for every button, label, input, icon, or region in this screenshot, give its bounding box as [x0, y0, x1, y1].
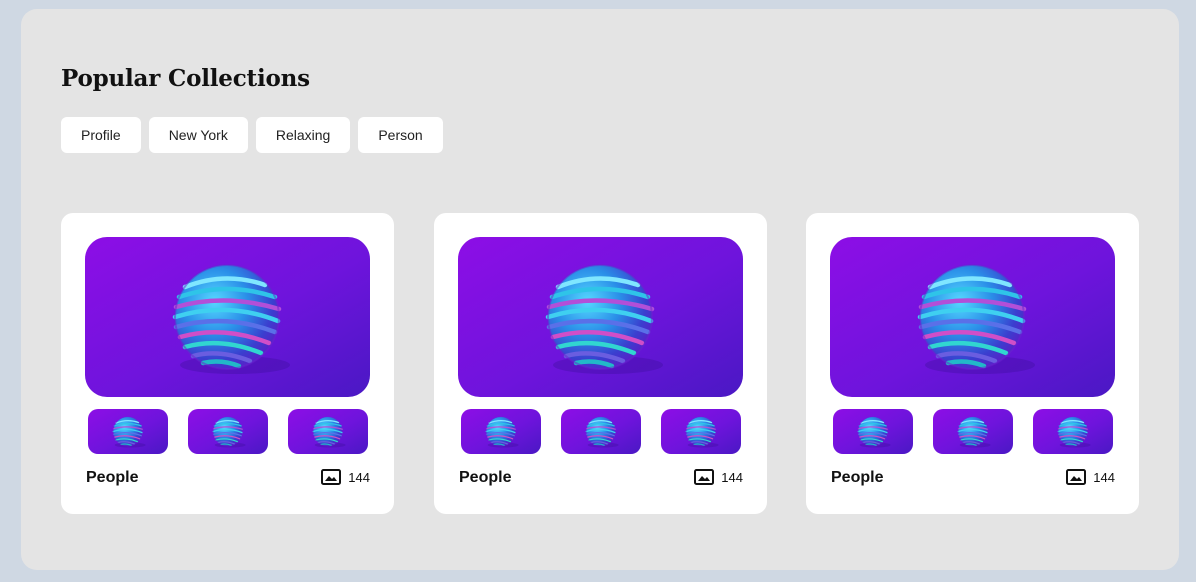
thumbnail-image[interactable] [461, 409, 541, 454]
image-count-value: 144 [348, 469, 370, 485]
thumbnail-image[interactable] [288, 409, 368, 454]
collection-name: People [86, 469, 139, 486]
page-title: Popular Collections [61, 65, 310, 92]
abstract-orb-image [461, 409, 541, 454]
collection-name: People [831, 469, 884, 486]
abstract-orb-image [85, 237, 370, 397]
abstract-orb-image [830, 237, 1115, 397]
tag-profile[interactable]: Profile [61, 117, 141, 153]
collection-cover-image[interactable] [830, 237, 1115, 397]
thumbnail-image[interactable] [88, 409, 168, 454]
collection-cover-image[interactable] [458, 237, 743, 397]
collection-name: People [459, 469, 512, 486]
collections-panel: Popular Collections Profile New York Rel… [21, 9, 1179, 570]
thumbnail-image[interactable] [661, 409, 741, 454]
collection-card[interactable]: People 144 [434, 213, 767, 514]
thumbnail-row [461, 409, 741, 454]
tag-relaxing[interactable]: Relaxing [255, 117, 351, 153]
image-count-value: 144 [721, 469, 743, 485]
image-count: 144 [694, 469, 743, 485]
abstract-orb-image [88, 409, 168, 454]
collection-card[interactable]: People 144 [61, 213, 394, 514]
thumbnail-image[interactable] [188, 409, 268, 454]
abstract-orb-image [833, 409, 913, 454]
image-icon [321, 469, 342, 485]
image-count: 144 [321, 469, 370, 485]
collection-card[interactable]: People 144 [806, 213, 1139, 514]
image-icon [694, 469, 715, 485]
tag-new-york[interactable]: New York [148, 117, 248, 153]
collection-cover-image[interactable] [85, 237, 370, 397]
tag-list: Profile New York Relaxing Person [61, 117, 443, 153]
abstract-orb-image [561, 409, 641, 454]
thumbnail-image[interactable] [933, 409, 1013, 454]
abstract-orb-image [288, 409, 368, 454]
thumbnail-image[interactable] [1033, 409, 1113, 454]
thumbnail-image[interactable] [561, 409, 641, 454]
abstract-orb-image [458, 237, 743, 397]
tag-person[interactable]: Person [358, 117, 443, 153]
abstract-orb-image [661, 409, 741, 454]
abstract-orb-image [188, 409, 268, 454]
thumbnail-row [833, 409, 1113, 454]
image-count-value: 144 [1093, 469, 1115, 485]
abstract-orb-image [933, 409, 1013, 454]
thumbnail-row [88, 409, 368, 454]
abstract-orb-image [1033, 409, 1113, 454]
image-icon [1066, 469, 1087, 485]
thumbnail-image[interactable] [833, 409, 913, 454]
image-count: 144 [1066, 469, 1115, 485]
